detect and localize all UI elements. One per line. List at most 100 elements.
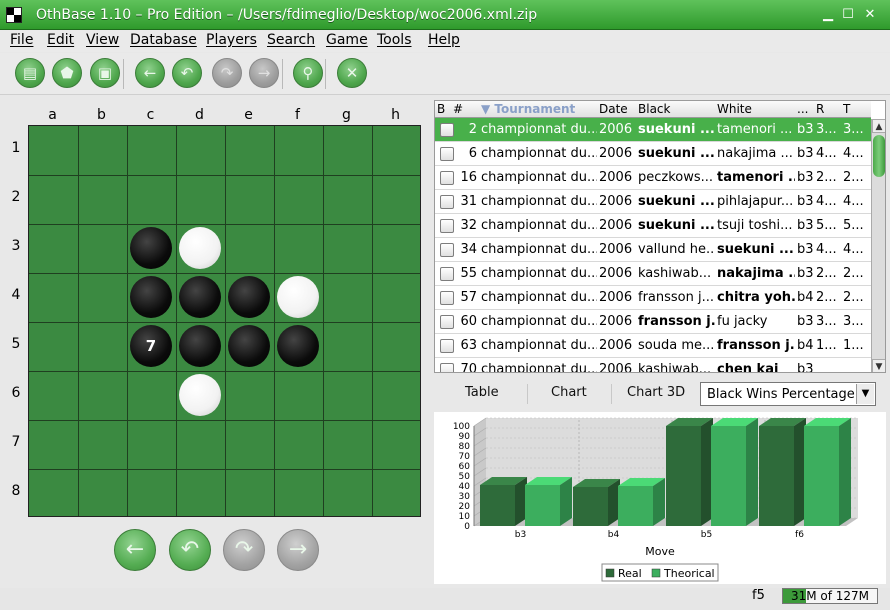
cell-tournament: championnat du... bbox=[481, 266, 597, 281]
menu-game[interactable]: Game bbox=[326, 32, 368, 48]
table-row[interactable]: 60 championnat du...2006 fransson j...fu j… bbox=[435, 310, 871, 334]
table-row[interactable]: 55 championnat du... 2006 kashiwab... nakaji… bbox=[435, 262, 871, 286]
chart-metric-select[interactable]: Black Wins Percentage ▼ bbox=[700, 382, 876, 406]
maximize-button[interactable]: ☐ bbox=[840, 7, 856, 23]
table-row[interactable]: 16 championnat du... 2006 peczkows... tameno… bbox=[435, 166, 871, 190]
legend-swatch bbox=[605, 568, 615, 578]
column-label: c bbox=[146, 107, 155, 123]
cell-t: 3... bbox=[843, 122, 864, 137]
y-tick-label: 100 bbox=[453, 422, 470, 432]
new-icon[interactable]: ▤ bbox=[15, 58, 45, 88]
cell-opening: b3 bbox=[797, 194, 814, 209]
search-icon[interactable]: ⚲ bbox=[293, 58, 323, 88]
scroll-up-icon[interactable]: ▲ bbox=[872, 119, 885, 133]
bar-side bbox=[839, 418, 851, 526]
grid-line bbox=[323, 126, 324, 516]
column-header[interactable]: R bbox=[816, 102, 841, 116]
cell-white: nakajima ... bbox=[717, 146, 793, 161]
menu-search[interactable]: Search bbox=[267, 32, 315, 48]
table-row[interactable]: 57 championnat du... 2006 fransson j... chit… bbox=[435, 286, 871, 310]
column-header[interactable]: B bbox=[437, 102, 451, 116]
redo-icon[interactable]: ↷ bbox=[212, 58, 242, 88]
bar-front bbox=[804, 426, 839, 526]
column-header[interactable]: T bbox=[843, 102, 869, 116]
chevron-down-icon[interactable]: ▼ bbox=[856, 384, 874, 404]
table-row[interactable]: 2 championnat du... 2006 suekuni ... tamenor… bbox=[435, 118, 871, 142]
cell-date: 2006 bbox=[599, 266, 633, 281]
memory-indicator[interactable]: 31M of 127M bbox=[782, 588, 878, 604]
forward-icon[interactable]: → bbox=[249, 58, 279, 88]
cell-date: 2006 bbox=[599, 242, 633, 257]
cell-black: vallund he... bbox=[638, 242, 715, 257]
table-row[interactable]: 63 championnat du... 2006 souda me... franss… bbox=[435, 334, 871, 358]
cell-num: 55 bbox=[460, 266, 477, 281]
grid-line bbox=[176, 126, 177, 516]
column-header[interactable]: ▼ Tournament bbox=[481, 102, 597, 116]
column-header[interactable]: Date bbox=[599, 102, 636, 116]
bar-front bbox=[525, 485, 560, 526]
cell-black: peczkows... bbox=[638, 170, 714, 185]
table-row[interactable]: 31 championnat du... 2006 suekuni ... pihlaj… bbox=[435, 190, 871, 214]
cell-opening: b3 bbox=[797, 314, 814, 329]
black-disc bbox=[130, 227, 172, 269]
cell-num: 31 bbox=[460, 194, 477, 209]
tab-chart-3d[interactable]: Chart 3D bbox=[627, 385, 685, 400]
othello-board[interactable]: 7 bbox=[28, 125, 421, 517]
bar-chart: 0102030405060708090100 b3 b4 b5 f6 MoveReal Th… bbox=[453, 417, 858, 582]
table-row[interactable]: 70 championnat du... 2006 kashiwab... chen k… bbox=[435, 358, 871, 373]
black-disc bbox=[179, 276, 221, 318]
open-icon[interactable]: ⬟ bbox=[52, 58, 82, 88]
window-title: OthBase 1.10 – Pro Edition – /Users/fdim… bbox=[36, 7, 538, 23]
table-row[interactable]: 34 championnat du... 2006 vallund he... suek… bbox=[435, 238, 871, 262]
tab-table[interactable]: Table bbox=[465, 385, 499, 400]
save-icon[interactable]: ▣ bbox=[90, 58, 120, 88]
cell-t: 4... bbox=[843, 146, 864, 161]
menu-tools[interactable]: Tools bbox=[377, 32, 412, 48]
menu-view[interactable]: View bbox=[86, 32, 119, 48]
cell-black: souda me... bbox=[638, 338, 715, 353]
bar-front bbox=[711, 426, 746, 526]
column-label: a bbox=[48, 107, 57, 123]
cell-date: 2006 bbox=[599, 122, 633, 137]
undo-icon[interactable]: ↶ bbox=[172, 58, 202, 88]
menu-players[interactable]: Players bbox=[206, 32, 257, 48]
bar-theorical-b4 bbox=[618, 478, 665, 526]
minimize-button[interactable]: ▁ bbox=[820, 7, 836, 23]
table-row[interactable]: 32 championnat du... 2006 suekuni ... tsuji … bbox=[435, 214, 871, 238]
table-row[interactable]: 6 championnat du... 2006 suekuni ... nakajim… bbox=[435, 142, 871, 166]
column-header[interactable]: White bbox=[717, 102, 795, 116]
cell-white: suekuni ... bbox=[717, 242, 794, 257]
cell-opening: b3 bbox=[797, 146, 814, 161]
games-table: B # ▼ Tournament Date Black White... R T 2 champ… bbox=[434, 100, 886, 373]
menu-edit[interactable]: Edit bbox=[47, 32, 74, 48]
close-button[interactable]: ✕ bbox=[862, 7, 878, 23]
undo-icon[interactable]: ↶ bbox=[169, 529, 211, 571]
table-header: B # ▼ Tournament Date Black White... R T bbox=[435, 101, 871, 118]
scroll-thumb[interactable] bbox=[873, 135, 885, 177]
cell-black: suekuni ... bbox=[638, 218, 715, 233]
menu-file[interactable]: File bbox=[10, 32, 33, 48]
redo-icon[interactable]: ↷ bbox=[223, 529, 265, 571]
white-disc bbox=[179, 227, 221, 269]
column-label: d bbox=[195, 107, 204, 123]
column-header[interactable]: # bbox=[453, 102, 479, 116]
cell-opening: b3 bbox=[797, 266, 814, 281]
cell-date: 2006 bbox=[599, 146, 633, 161]
menu-help[interactable]: Help bbox=[428, 32, 460, 48]
column-header[interactable]: ... bbox=[797, 102, 814, 116]
cell-num: 57 bbox=[460, 290, 477, 305]
cell-num: 6 bbox=[468, 146, 477, 161]
column-header[interactable]: Black bbox=[638, 102, 715, 116]
cell-tournament: championnat du... bbox=[481, 362, 597, 373]
menu-database[interactable]: Database bbox=[130, 32, 197, 48]
table-scrollbar[interactable]: ▲ ▼ bbox=[871, 119, 885, 372]
black-disc bbox=[179, 325, 221, 367]
scroll-down-icon[interactable]: ▼ bbox=[872, 359, 885, 372]
tools-icon[interactable]: ✕ bbox=[337, 58, 367, 88]
cell-num: 16 bbox=[460, 170, 477, 185]
back-icon[interactable]: ← bbox=[114, 529, 156, 571]
tab-chart[interactable]: Chart bbox=[551, 385, 587, 400]
back-icon[interactable]: ← bbox=[135, 58, 165, 88]
forward-icon[interactable]: → bbox=[277, 529, 319, 571]
cell-white: tamenori ... bbox=[717, 122, 793, 137]
